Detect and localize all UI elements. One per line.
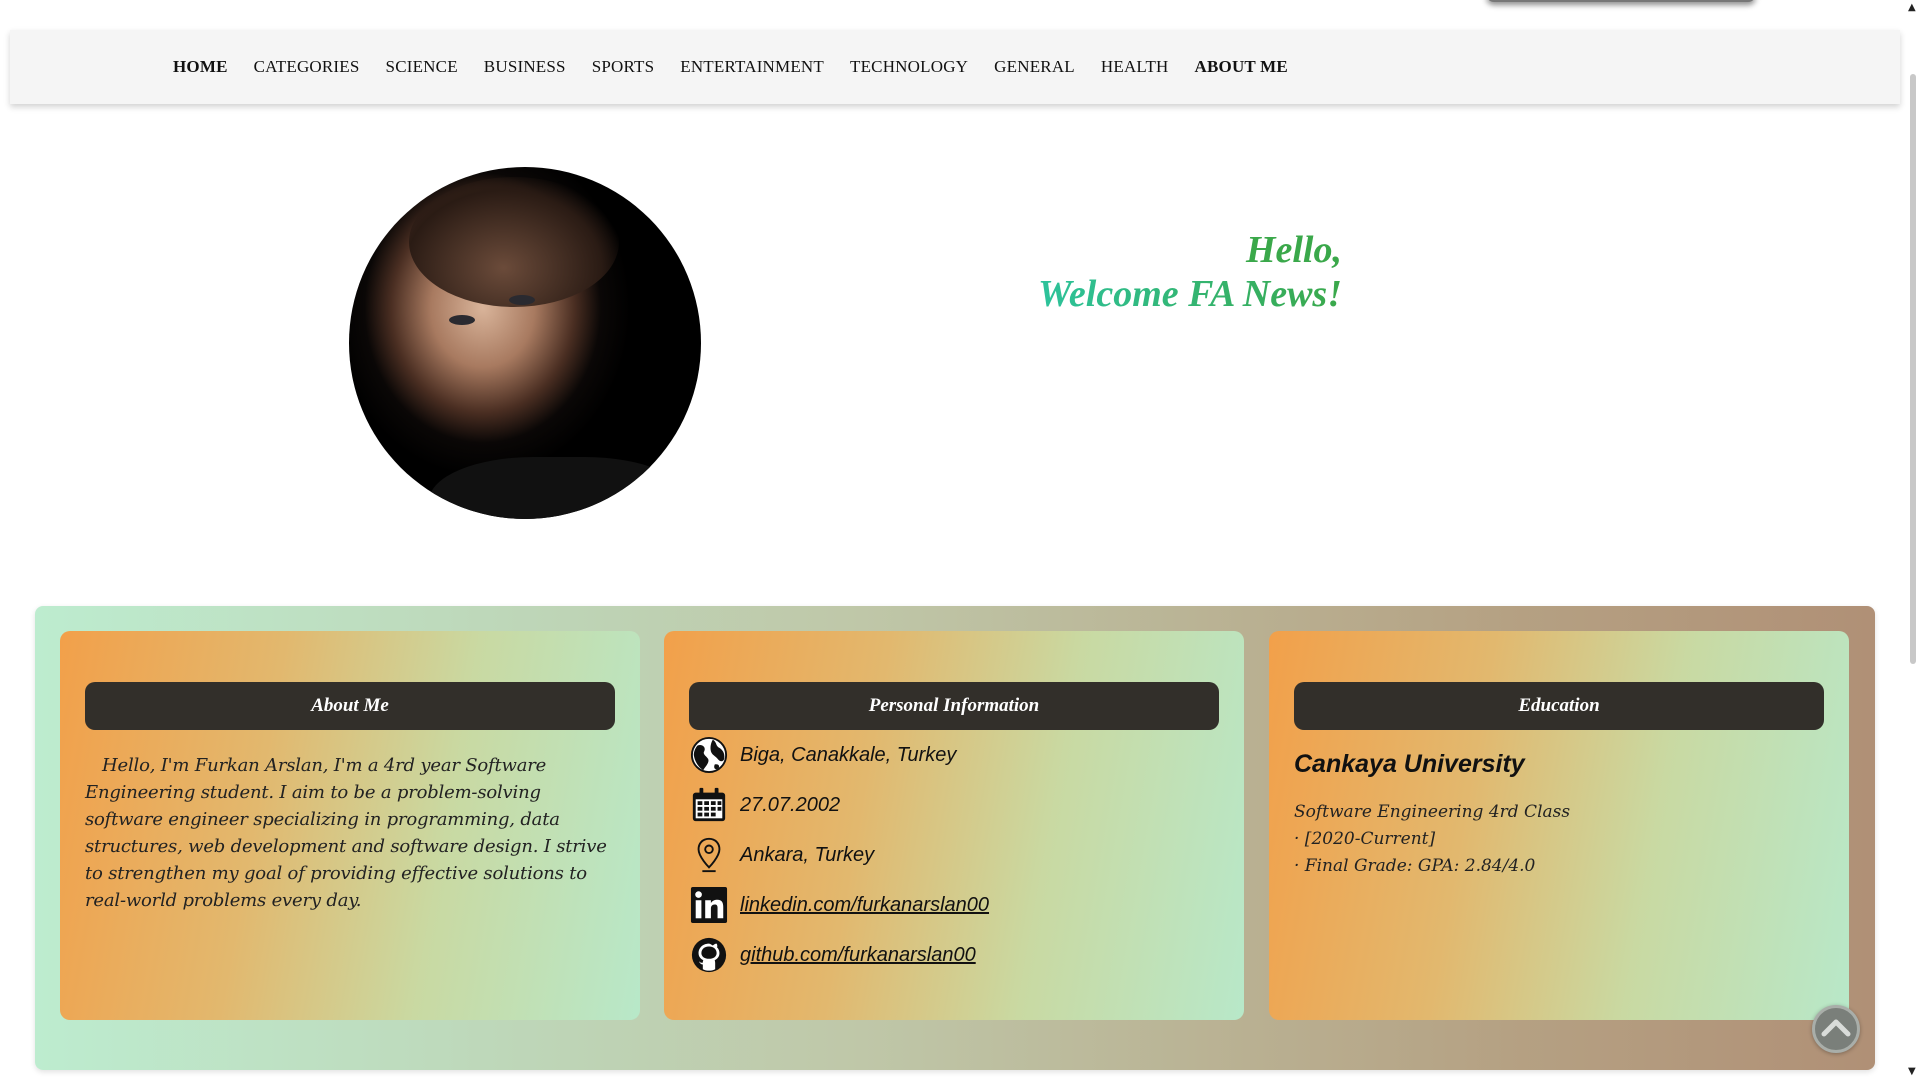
school-name: Cankaya University bbox=[1294, 750, 1525, 778]
birthdate-text: 27.07.2002 bbox=[740, 793, 841, 816]
globe-icon bbox=[689, 735, 729, 775]
nav-health[interactable]: HEALTH bbox=[1101, 57, 1169, 77]
photo-left-eye bbox=[449, 315, 475, 325]
scroll-up-arrow-icon[interactable]: ▲ bbox=[1908, 2, 1916, 13]
back-to-top-button[interactable] bbox=[1812, 1005, 1860, 1053]
nav-entertainment[interactable]: ENTERTAINMENT bbox=[680, 57, 824, 77]
nav-about-me[interactable]: ABOUT ME bbox=[1195, 57, 1288, 77]
linkedin-icon[interactable] bbox=[689, 885, 729, 925]
education-program: Software Engineering 4rd Class bbox=[1294, 802, 1571, 822]
github-row: github.com/furkanarslan00 bbox=[689, 930, 1219, 980]
profile-photo bbox=[349, 167, 701, 519]
education-grade: · Final Grade: GPA: 2.84/4.0 bbox=[1294, 856, 1536, 876]
location-text: Ankara, Turkey bbox=[740, 843, 875, 866]
education-header: Education bbox=[1294, 682, 1824, 730]
photo-right-eye bbox=[509, 295, 535, 305]
nav-business[interactable]: BUSINESS bbox=[484, 57, 566, 77]
personal-info-header: Personal Information bbox=[689, 682, 1219, 730]
education-card: Education Cankaya University Software En… bbox=[1269, 631, 1849, 1020]
personal-info-card: Personal Information Biga, Canakkale, Tu… bbox=[664, 631, 1244, 1020]
nav-home[interactable]: HOME bbox=[173, 57, 228, 77]
map-pin-icon bbox=[689, 835, 729, 875]
birthplace-row: Biga, Canakkale, Turkey bbox=[689, 730, 1219, 780]
birthdate-row: 27.07.2002 bbox=[689, 780, 1219, 830]
nav-sports[interactable]: SPORTS bbox=[592, 57, 655, 77]
about-me-card: About Me Hello, I'm Furkan Arslan, I'm a… bbox=[60, 631, 640, 1020]
photo-shirt bbox=[429, 457, 689, 519]
chevron-up-icon bbox=[1821, 1015, 1851, 1044]
nav-technology[interactable]: TECHNOLOGY bbox=[850, 57, 968, 77]
linkedin-row: linkedin.com/furkanarslan00 bbox=[689, 880, 1219, 930]
scroll-down-arrow-icon[interactable]: ▼ bbox=[1908, 1066, 1916, 1077]
welcome-line-site: Welcome FA News! bbox=[1000, 272, 1342, 316]
nav-general[interactable]: GENERAL bbox=[994, 57, 1075, 77]
welcome-heading: Hello, Welcome FA News! bbox=[1000, 228, 1342, 316]
calendar-icon bbox=[689, 785, 729, 825]
page-scrollbar[interactable]: ▲ ▼ bbox=[1906, 0, 1920, 1080]
photo-hair bbox=[409, 177, 619, 307]
nav-categories[interactable]: CATEGORIES bbox=[254, 57, 360, 77]
top-overlay-edge bbox=[1486, 0, 1756, 2]
welcome-line-hello: Hello, bbox=[1245, 229, 1342, 271]
nav-science[interactable]: SCIENCE bbox=[386, 57, 458, 77]
location-row: Ankara, Turkey bbox=[689, 830, 1219, 880]
about-me-header: About Me bbox=[85, 682, 615, 730]
linkedin-link[interactable]: linkedin.com/furkanarslan00 bbox=[740, 894, 989, 917]
github-icon[interactable] bbox=[689, 935, 729, 975]
main-navbar: HOME CATEGORIES SCIENCE BUSINESS SPORTS … bbox=[10, 30, 1900, 104]
education-period: · [2020-Current] bbox=[1294, 829, 1436, 849]
info-cards-section: About Me Hello, I'm Furkan Arslan, I'm a… bbox=[35, 606, 1875, 1070]
birthplace-text: Biga, Canakkale, Turkey bbox=[740, 743, 957, 766]
scrollbar-thumb[interactable] bbox=[1910, 74, 1916, 664]
github-link[interactable]: github.com/furkanarslan00 bbox=[740, 944, 976, 967]
about-me-text: Hello, I'm Furkan Arslan, I'm a 4rd year… bbox=[85, 755, 607, 911]
